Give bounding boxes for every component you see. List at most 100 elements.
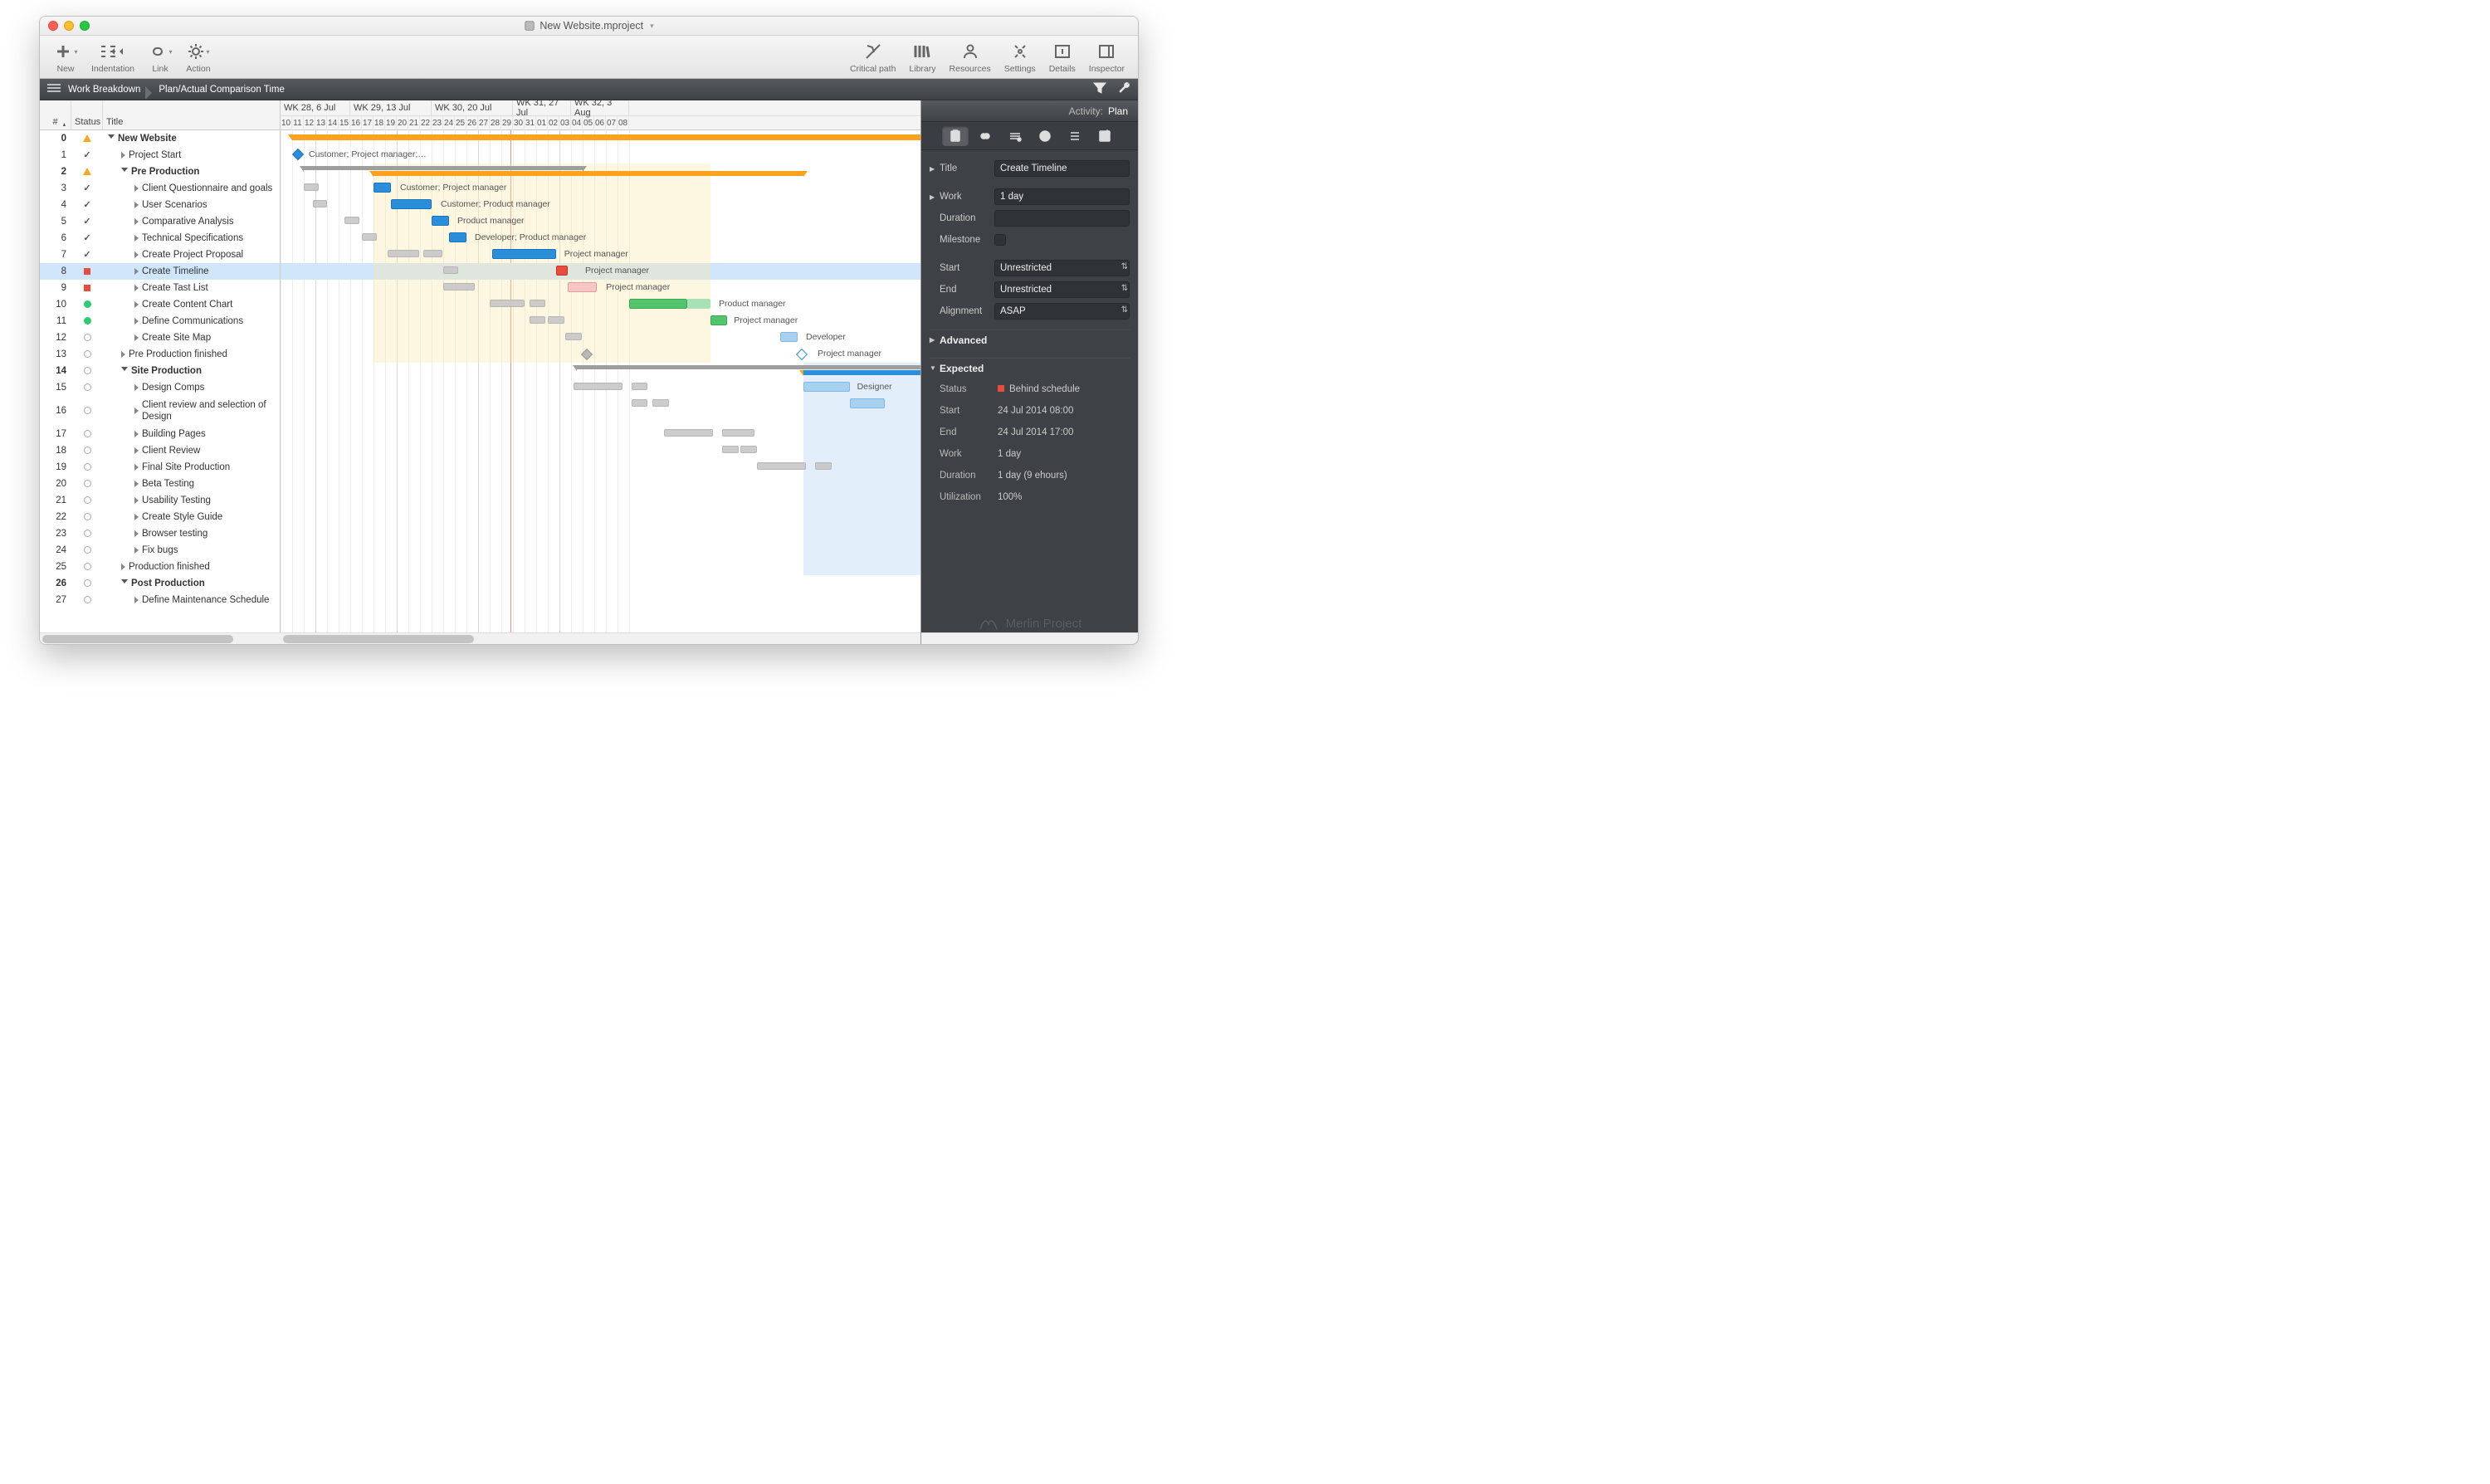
disclosure-icon[interactable] xyxy=(134,547,139,554)
gantt-bar[interactable] xyxy=(548,316,564,324)
disclosure-advanced[interactable] xyxy=(930,336,940,344)
select-end[interactable]: Unrestricted xyxy=(994,281,1130,298)
disclosure-icon[interactable] xyxy=(134,447,139,454)
task-row[interactable]: 26Post Production xyxy=(40,575,280,592)
gantt-bar[interactable] xyxy=(803,370,921,375)
gantt-bar[interactable] xyxy=(362,233,377,241)
gantt-chart[interactable]: WK 28, 6 JulWK 29, 13 JulWK 30, 20 JulWK… xyxy=(281,100,921,644)
tab-style[interactable] xyxy=(1062,126,1088,146)
h-scrollbar-outline[interactable] xyxy=(40,632,281,644)
disclosure-icon[interactable] xyxy=(134,481,139,487)
checkbox-milestone[interactable] xyxy=(994,234,1006,246)
disclosure-work[interactable] xyxy=(930,193,940,201)
disclosure-icon[interactable] xyxy=(134,497,139,504)
gantt-bar[interactable] xyxy=(449,232,466,242)
disclosure-icon[interactable] xyxy=(134,202,139,208)
disclosure-icon[interactable] xyxy=(121,564,125,570)
gantt-bar[interactable] xyxy=(374,183,391,193)
task-row[interactable]: 12Create Site Map xyxy=(40,330,280,346)
disclosure-icon[interactable] xyxy=(134,301,139,308)
toolbar-new[interactable]: ▾ New xyxy=(46,36,85,78)
task-row[interactable]: 3Client Questionnaire and goals xyxy=(40,180,280,197)
toolbar-critical-path[interactable]: Critical path xyxy=(843,36,902,78)
gantt-bar[interactable] xyxy=(344,217,359,224)
task-row[interactable]: 21Usability Testing xyxy=(40,492,280,509)
disclosure-icon[interactable] xyxy=(134,235,139,242)
gantt-bar[interactable] xyxy=(391,199,432,209)
disclosure-icon[interactable] xyxy=(134,318,139,325)
disclosure-icon[interactable] xyxy=(134,268,139,275)
gantt-bar[interactable] xyxy=(815,462,832,470)
gantt-bar[interactable] xyxy=(443,283,475,290)
gantt-bar[interactable] xyxy=(565,333,582,340)
disclosure-icon[interactable] xyxy=(134,218,139,225)
gantt-bar[interactable] xyxy=(374,171,803,176)
task-row[interactable]: 22Create Style Guide xyxy=(40,509,280,525)
filter-icon[interactable] xyxy=(1093,82,1106,96)
gantt-bar[interactable] xyxy=(304,183,319,191)
gantt-bar[interactable] xyxy=(757,462,806,470)
gantt-bar[interactable] xyxy=(304,166,583,170)
toolbar-link[interactable]: ▾ Link xyxy=(141,36,179,78)
gantt-bar[interactable] xyxy=(292,134,921,140)
task-row[interactable]: 8Create Timeline xyxy=(40,263,280,280)
field-duration[interactable] xyxy=(994,210,1130,227)
breadcrumb-view[interactable]: Plan/Actual Comparison Time xyxy=(159,85,284,95)
gantt-bar[interactable] xyxy=(796,349,808,360)
task-row[interactable]: 14Site Production xyxy=(40,363,280,379)
task-row[interactable]: 17Building Pages xyxy=(40,426,280,442)
gantt-bar[interactable] xyxy=(664,429,713,437)
disclosure-icon[interactable] xyxy=(134,597,139,603)
gantt-bar[interactable] xyxy=(530,300,546,307)
gantt-bar[interactable] xyxy=(632,399,648,407)
gantt-bar[interactable] xyxy=(710,315,727,325)
field-work[interactable]: 1 day xyxy=(994,188,1130,205)
task-row[interactable]: 4User Scenarios xyxy=(40,197,280,213)
disclosure-icon[interactable] xyxy=(134,408,139,414)
gantt-bar[interactable] xyxy=(556,266,568,276)
task-row[interactable]: 20Beta Testing xyxy=(40,476,280,492)
toolbar-library[interactable]: Library xyxy=(902,36,942,78)
gantt-bar[interactable] xyxy=(577,365,921,369)
toolbar-action[interactable]: ▾ Action xyxy=(179,36,217,78)
tab-link[interactable] xyxy=(972,126,998,146)
gantt-bar[interactable] xyxy=(492,249,556,259)
task-row[interactable]: 25Production finished xyxy=(40,559,280,575)
gantt-bar[interactable] xyxy=(313,200,327,207)
task-row[interactable]: 0New Website xyxy=(40,130,280,147)
task-row[interactable]: 9Create Tast List xyxy=(40,280,280,296)
column-index[interactable]: #▲ xyxy=(40,100,71,129)
column-title[interactable]: Title xyxy=(103,100,280,129)
disclosure-icon[interactable] xyxy=(134,431,139,437)
gantt-bar[interactable] xyxy=(687,299,710,309)
gantt-bar[interactable] xyxy=(652,399,669,407)
toolbar-details[interactable]: Details xyxy=(1042,36,1082,78)
task-row[interactable]: 2Pre Production xyxy=(40,164,280,180)
task-row[interactable]: 27Define Maintenance Schedule xyxy=(40,592,280,608)
gantt-bar[interactable] xyxy=(850,398,885,408)
disclosure-icon[interactable] xyxy=(121,168,128,175)
task-row[interactable]: 13Pre Production finished xyxy=(40,346,280,363)
disclosure-icon[interactable] xyxy=(108,134,115,142)
tab-finances[interactable] xyxy=(1032,126,1058,146)
task-row[interactable]: 19Final Site Production xyxy=(40,459,280,476)
gantt-bar[interactable] xyxy=(780,332,798,342)
disclosure-icon[interactable] xyxy=(134,251,139,258)
task-row[interactable]: 5Comparative Analysis xyxy=(40,213,280,230)
gantt-bar[interactable] xyxy=(292,149,304,160)
gantt-bar[interactable] xyxy=(432,216,449,226)
task-row[interactable]: 18Client Review xyxy=(40,442,280,459)
task-row[interactable]: 11Define Communications xyxy=(40,313,280,330)
task-row[interactable]: 6Technical Specifications xyxy=(40,230,280,247)
disclosure-icon[interactable] xyxy=(134,185,139,192)
gantt-bar[interactable] xyxy=(722,429,754,437)
disclosure-icon[interactable] xyxy=(134,514,139,520)
toolbar-resources[interactable]: Resources xyxy=(943,36,998,78)
task-row[interactable]: 10Create Content Chart xyxy=(40,296,280,313)
disclosure-icon[interactable] xyxy=(134,530,139,537)
breadcrumb-work-breakdown[interactable]: Work Breakdown xyxy=(68,85,152,95)
gantt-bar[interactable] xyxy=(568,282,597,292)
gantt-bar[interactable] xyxy=(423,250,442,257)
gantt-bar[interactable] xyxy=(530,316,546,324)
gantt-bar[interactable] xyxy=(574,383,622,390)
